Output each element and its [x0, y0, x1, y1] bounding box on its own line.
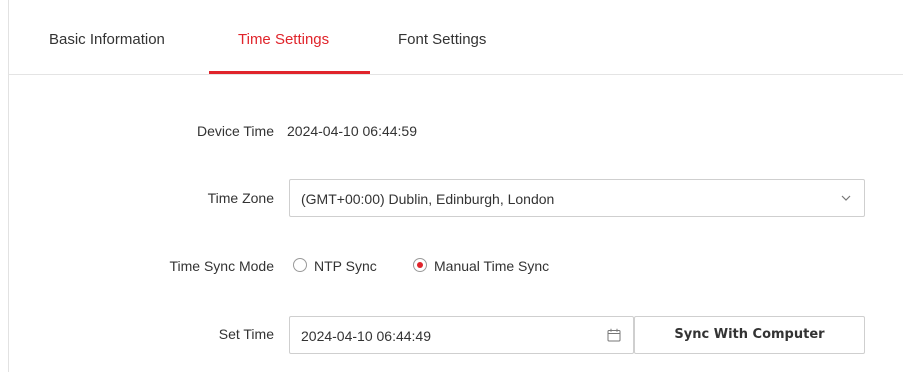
radio-selected-icon	[413, 258, 427, 272]
sync-with-computer-button[interactable]: Sync With Computer	[634, 316, 865, 354]
device-time-label: Device Time	[196, 123, 274, 139]
device-time-value: 2024-04-10 06:44:59	[287, 123, 417, 139]
tab-time-settings[interactable]: Time Settings	[238, 30, 329, 50]
settings-panel: Basic Information Time Settings Font Set…	[8, 0, 903, 372]
calendar-icon[interactable]	[607, 328, 621, 342]
manual-time-sync-radio-label: Manual Time Sync	[434, 258, 550, 274]
time-sync-mode-label: Time Sync Mode	[169, 258, 274, 274]
time-zone-label: Time Zone	[207, 190, 274, 206]
chevron-down-icon	[841, 195, 851, 201]
time-zone-select[interactable]: (GMT+00:00) Dublin, Edinburgh, London	[289, 179, 865, 217]
tab-font-settings[interactable]: Font Settings	[398, 30, 486, 50]
set-time-input[interactable]: 2024-04-10 06:44:49	[289, 316, 634, 354]
time-zone-selected-value: (GMT+00:00) Dublin, Edinburgh, London	[301, 191, 555, 207]
tab-bar: Basic Information Time Settings Font Set…	[9, 0, 903, 75]
active-tab-indicator	[209, 71, 370, 74]
radio-circle-icon	[293, 258, 307, 272]
tab-basic-information[interactable]: Basic Information	[49, 30, 165, 50]
ntp-sync-radio-label: NTP Sync	[314, 258, 377, 274]
set-time-label: Set Time	[218, 326, 274, 342]
set-time-value: 2024-04-10 06:44:49	[301, 328, 431, 344]
